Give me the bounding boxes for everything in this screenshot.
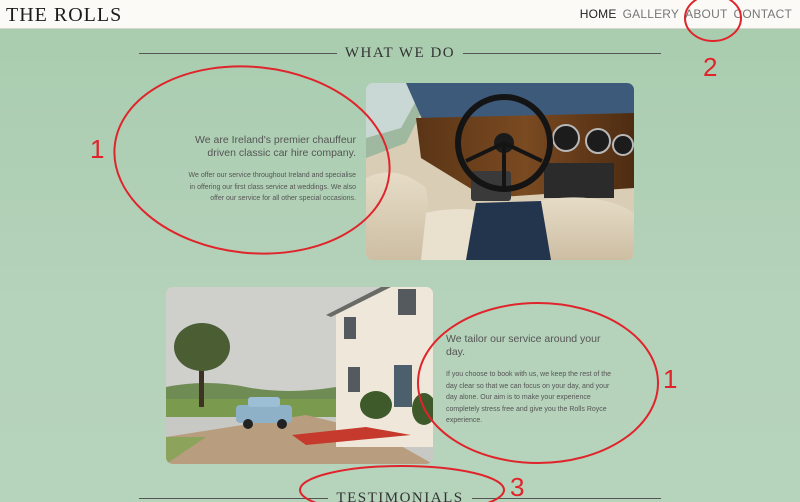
section-title: TESTIMONIALS — [336, 490, 464, 502]
testimonials-heading: TESTIMONIALS — [139, 490, 662, 502]
nav-links: HOME GALLERY ABOUT CONTACT — [580, 7, 792, 21]
annotation-number: 2 — [703, 52, 718, 82]
brand-logo[interactable]: THE ROLLS — [6, 4, 122, 27]
car-interior-photo — [366, 83, 634, 260]
house-car-photo — [166, 287, 433, 464]
annotation-number: 1 — [663, 364, 678, 394]
intro-lead: We are Ireland's premier chauffeur drive… — [195, 134, 356, 159]
nav-link-home[interactable]: HOME — [580, 7, 617, 21]
divider-line — [139, 53, 337, 54]
navbar: THE ROLLS HOME GALLERY ABOUT CONTACT — [0, 0, 800, 29]
service-lead: We tailor our service around your day. — [446, 333, 601, 358]
intro-body: We offer our service throughout Ireland … — [188, 172, 356, 202]
service-text-block: We tailor our service around your day. I… — [446, 333, 621, 427]
nav-link-gallery[interactable]: GALLERY — [623, 7, 680, 21]
divider-line — [463, 53, 661, 54]
section-title: WHAT WE DO — [344, 45, 456, 61]
what-we-do-heading: WHAT WE DO — [139, 45, 661, 62]
nav-link-about[interactable]: ABOUT — [685, 7, 727, 21]
divider-line — [471, 498, 662, 499]
annotation-number: 3 — [510, 472, 525, 502]
annotation-number: 1 — [90, 134, 105, 164]
service-body: If you choose to book with us, we keep t… — [446, 371, 611, 424]
intro-text-block: We are Ireland's premier chauffeur drive… — [185, 134, 356, 205]
nav-link-contact[interactable]: CONTACT — [733, 7, 792, 21]
divider-line — [139, 498, 329, 499]
